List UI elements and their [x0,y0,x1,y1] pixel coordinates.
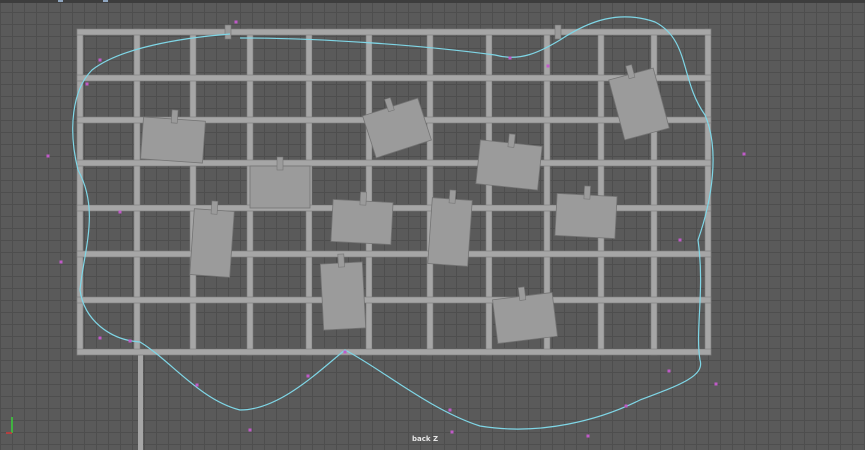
curve-control-point [118,210,122,214]
photo-card-face [475,139,543,191]
photo-cards [140,24,670,344]
clip [583,185,591,200]
photo-card [608,64,670,141]
curve-control-point [234,20,238,24]
curve-control-point [46,154,50,158]
photo-card-face [319,261,367,331]
curve-control-point [448,408,452,412]
photo-card [330,191,394,245]
scene-view[interactable] [0,0,865,450]
curve-control-point [195,383,199,387]
photo-card-face [330,199,394,245]
frame-bar-horizontal [76,250,712,258]
clip [170,109,179,124]
curve-control-point [714,382,718,386]
curve-control-point [85,82,89,86]
frame-bar-horizontal [76,348,712,356]
clip [224,24,232,40]
curve-control-point [508,56,512,60]
clip [337,253,345,268]
maya-viewport-back[interactable]: back Z [0,0,865,450]
curve-control-point [546,64,550,68]
curve-control-point [248,428,252,432]
curve-control-point [128,339,132,343]
clip [507,133,516,148]
photo-card-face [554,193,618,239]
clip [517,286,527,301]
photo-card [554,185,618,239]
curve-control-point [450,430,454,434]
clip [359,191,367,206]
curve-control-point [59,260,63,264]
photo-card-face [189,208,235,278]
clip [276,156,284,171]
photo-card [189,200,235,278]
photo-card-face [249,165,311,209]
curve-control-point [98,336,102,340]
curve-control-point [678,238,682,242]
curve-control-point [343,350,347,354]
clip [554,24,562,40]
photo-card-face [427,197,473,267]
frame-bar-horizontal [76,28,712,36]
axis-indicator-icon [6,417,13,434]
camera-name-label: back Z [411,435,439,443]
curve-control-point [306,374,310,378]
photo-card-face [140,116,206,164]
curve-control-point [624,404,628,408]
curve-control-point [742,152,746,156]
frame-bar-horizontal [76,296,712,304]
clip [210,200,219,215]
photo-card-face [362,97,432,159]
stand-post[interactable] [138,352,143,450]
curve-control-point [667,369,671,373]
photo-card [427,189,473,267]
curve-control-point [586,434,590,438]
clip [448,189,457,204]
photo-card [319,253,367,331]
curve-control-point [98,58,102,62]
